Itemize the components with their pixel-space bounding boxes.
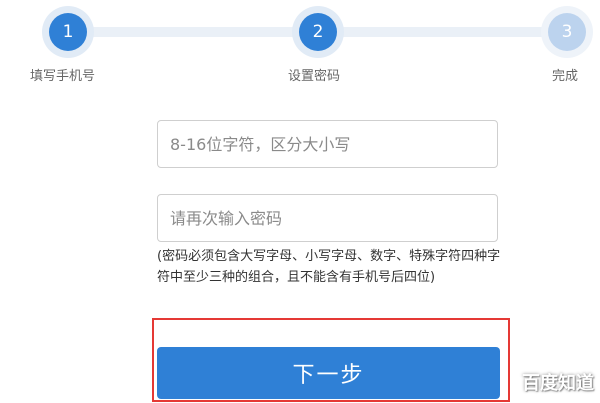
step-3-ring: 3 bbox=[541, 6, 593, 58]
password-input[interactable] bbox=[158, 121, 497, 167]
step-3-circle: 3 bbox=[548, 13, 586, 51]
next-step-button[interactable]: 下一步 bbox=[157, 347, 500, 399]
confirm-password-field-box bbox=[157, 194, 498, 242]
confirm-password-input[interactable] bbox=[158, 195, 497, 241]
step-1-circle: 1 bbox=[49, 13, 87, 51]
step-1-ring: 1 bbox=[42, 6, 94, 58]
step-2-circle: 2 bbox=[299, 13, 337, 51]
step-1-label: 填写手机号 bbox=[30, 69, 96, 84]
step-3-label: 完成 bbox=[552, 69, 579, 84]
step-2-ring: 2 bbox=[292, 6, 344, 58]
password-field-box bbox=[157, 120, 498, 168]
step-progress-track-remaining bbox=[318, 27, 568, 37]
step-progress-track bbox=[68, 27, 320, 37]
baidu-zhidao-watermark: 百度知道 bbox=[522, 373, 594, 394]
register-page: 1 填写手机号 2 设置密码 3 完成 (密码必须包含大写字母、小写字母、数字、… bbox=[0, 0, 600, 403]
step-2-label: 设置密码 bbox=[288, 69, 341, 84]
password-rules-hint: (密码必须包含大写字母、小写字母、数字、特殊字符四种字符中至少三种的组合，且不能… bbox=[157, 249, 501, 285]
